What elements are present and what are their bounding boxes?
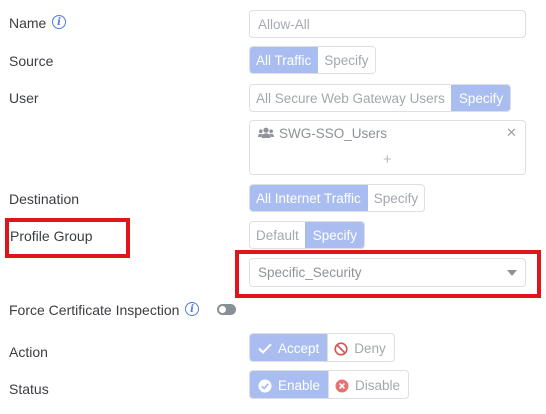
ban-icon — [334, 341, 348, 356]
disable-button[interactable]: Disable — [328, 371, 408, 398]
force-cert-label: Force Certificate Inspection — [9, 302, 180, 318]
enable-button[interactable]: Enable — [250, 371, 329, 398]
profile-group-label: Profile Group — [10, 228, 93, 244]
user-selection-box[interactable]: SWG-SSO_Users ✕ + — [249, 120, 526, 175]
destination-option-all-internet[interactable]: All Internet Traffic — [250, 185, 367, 211]
user-chip-label: SWG-SSO_Users — [279, 126, 388, 141]
destination-label: Destination — [9, 191, 80, 207]
accept-label: Accept — [278, 341, 320, 356]
accept-button[interactable]: Accept — [250, 334, 328, 361]
caret-down-icon — [507, 270, 517, 276]
toggle-knob — [219, 306, 226, 313]
name-value: Allow-All — [258, 16, 310, 32]
destination-option-specify[interactable]: Specify — [366, 185, 424, 211]
deny-label: Deny — [354, 341, 386, 356]
profile-group-option-specify[interactable]: Specify — [304, 222, 365, 248]
users-icon — [258, 127, 274, 139]
action-segmented-control: Accept Deny — [249, 333, 395, 362]
destination-segmented-control: All Internet Traffic Specify — [249, 184, 426, 212]
info-icon[interactable]: i — [52, 15, 66, 29]
source-segmented-control: All Traffic Specify — [249, 46, 376, 74]
user-option-specify[interactable]: Specify — [450, 85, 511, 111]
disable-label: Disable — [355, 378, 401, 393]
check-circle-icon — [258, 379, 272, 392]
status-segmented-control: Enable Disable — [249, 370, 410, 399]
user-option-all-swg-users[interactable]: All Secure Web Gateway Users — [250, 85, 451, 111]
user-label: User — [9, 90, 39, 106]
deny-button[interactable]: Deny — [327, 334, 394, 361]
name-label: Name — [9, 15, 47, 31]
profile-group-dropdown-value: Specific_Security — [258, 265, 362, 280]
plus-icon[interactable]: + — [383, 151, 392, 168]
user-segmented-control: All Secure Web Gateway Users Specify — [249, 84, 512, 112]
action-label: Action — [9, 344, 48, 360]
source-label: Source — [9, 53, 54, 69]
name-input[interactable]: Allow-All — [249, 10, 526, 38]
enable-label: Enable — [278, 378, 321, 393]
profile-group-segmented-control: Default Specify — [249, 221, 366, 249]
force-cert-toggle[interactable] — [217, 304, 236, 315]
check-icon — [258, 343, 272, 354]
profile-group-dropdown[interactable]: Specific_Security — [249, 258, 526, 287]
info-icon[interactable]: i — [185, 302, 199, 316]
source-option-all-traffic[interactable]: All Traffic — [250, 47, 318, 73]
source-option-specify[interactable]: Specify — [317, 47, 374, 73]
x-circle-icon — [335, 379, 349, 392]
close-icon[interactable]: ✕ — [506, 125, 517, 141]
profile-group-option-default[interactable]: Default — [250, 222, 305, 248]
status-label: Status — [9, 381, 49, 397]
